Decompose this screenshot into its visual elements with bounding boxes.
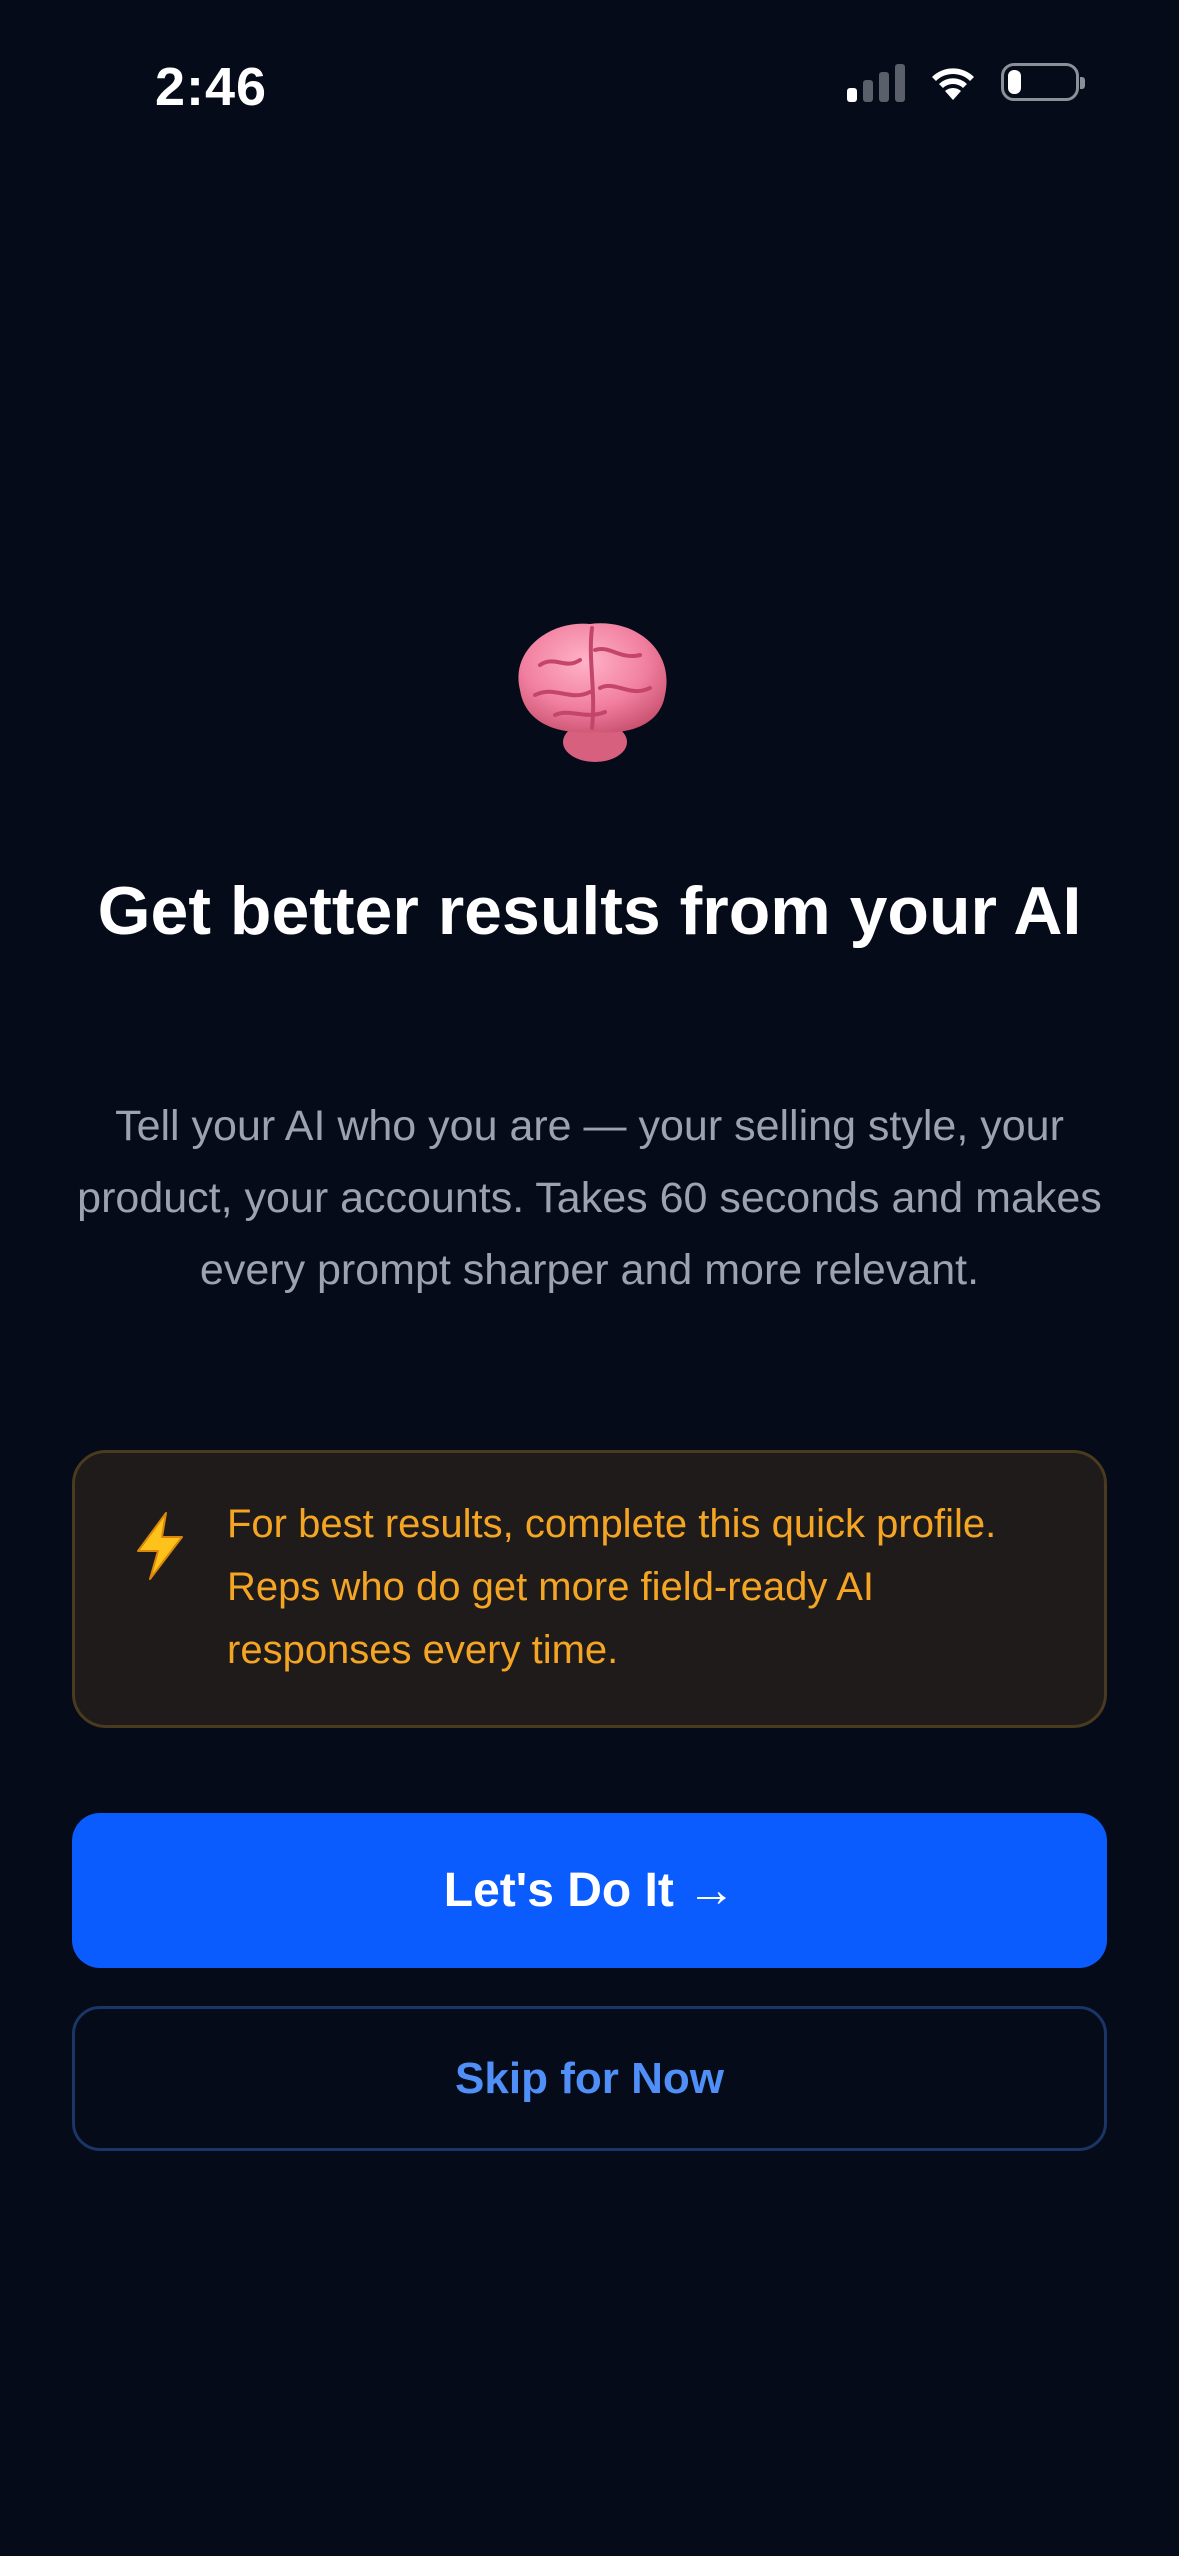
page-subtitle: Tell your AI who you are — your selling …: [77, 1102, 1102, 1294]
lets-do-it-button[interactable]: Let's Do It →: [72, 1813, 1107, 1968]
battery-level-fill: [1008, 70, 1021, 94]
lightning-icon: [137, 1512, 183, 1580]
callout-text: For best results, complete this quick pr…: [227, 1502, 997, 1672]
brain-icon: [0, 610, 1179, 780]
cellular-signal-icon: [847, 62, 905, 102]
profile-tip-callout: For best results, complete this quick pr…: [72, 1450, 1107, 1728]
page-title: Get better results from your AI: [97, 873, 1082, 949]
battery-icon: [1001, 63, 1085, 101]
skip-for-now-button[interactable]: Skip for Now: [72, 2006, 1107, 2151]
wifi-icon: [932, 68, 974, 100]
status-icons: [847, 62, 1085, 102]
status-time: 2:46: [155, 57, 268, 117]
status-bar: 2:46: [0, 0, 1179, 170]
